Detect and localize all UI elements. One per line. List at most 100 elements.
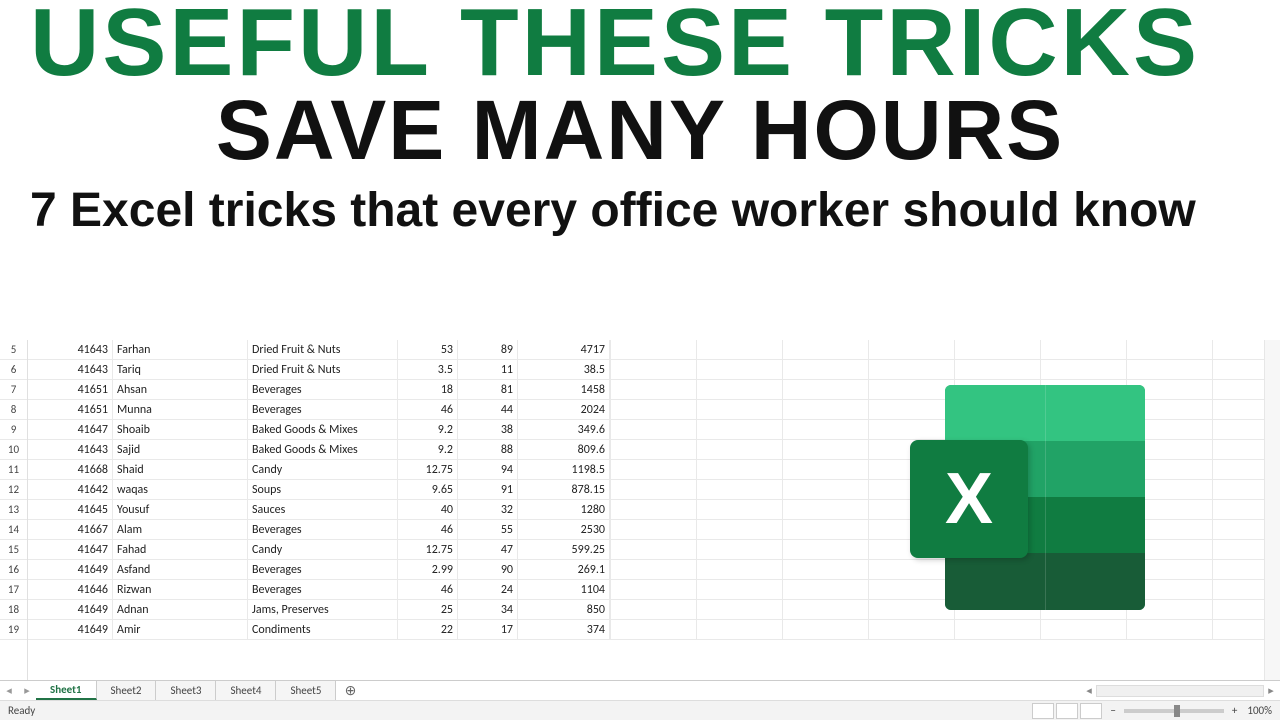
cell[interactable]: Dried Fruit & Nuts bbox=[248, 360, 398, 379]
cell[interactable]: 25 bbox=[398, 600, 458, 619]
horizontal-scrollbar[interactable]: ◂ ▸ bbox=[1080, 681, 1280, 700]
cell[interactable]: 46 bbox=[398, 520, 458, 539]
sheet-tab[interactable]: Sheet3 bbox=[156, 681, 216, 700]
cell[interactable]: Beverages bbox=[248, 560, 398, 579]
cell[interactable]: 53 bbox=[398, 340, 458, 359]
cell[interactable]: Ahsan bbox=[113, 380, 248, 399]
cell[interactable]: 41651 bbox=[28, 380, 113, 399]
row-header[interactable]: 15 bbox=[0, 540, 27, 560]
cell[interactable]: 9.65 bbox=[398, 480, 458, 499]
cell[interactable]: 41643 bbox=[28, 340, 113, 359]
cell[interactable]: Tariq bbox=[113, 360, 248, 379]
cell[interactable]: 1280 bbox=[518, 500, 610, 519]
cell[interactable]: 41642 bbox=[28, 480, 113, 499]
cell[interactable]: 1458 bbox=[518, 380, 610, 399]
cell[interactable]: Shoaib bbox=[113, 420, 248, 439]
cell[interactable]: 41649 bbox=[28, 620, 113, 639]
cell[interactable]: Asfand bbox=[113, 560, 248, 579]
cell[interactable]: Shaid bbox=[113, 460, 248, 479]
cell[interactable]: Sajid bbox=[113, 440, 248, 459]
cell[interactable]: 41649 bbox=[28, 560, 113, 579]
cell[interactable]: 91 bbox=[458, 480, 518, 499]
cell[interactable]: Dried Fruit & Nuts bbox=[248, 340, 398, 359]
cell[interactable]: 374 bbox=[518, 620, 610, 639]
cell[interactable]: 41645 bbox=[28, 500, 113, 519]
row-header[interactable]: 6 bbox=[0, 360, 27, 380]
row-header[interactable]: 13 bbox=[0, 500, 27, 520]
cell[interactable]: Farhan bbox=[113, 340, 248, 359]
zoom-minus[interactable]: − bbox=[1110, 704, 1115, 717]
cell[interactable]: 55 bbox=[458, 520, 518, 539]
cell[interactable]: Beverages bbox=[248, 580, 398, 599]
cell[interactable]: 599.25 bbox=[518, 540, 610, 559]
row-header[interactable]: 9 bbox=[0, 420, 27, 440]
cell[interactable]: Munna bbox=[113, 400, 248, 419]
cell[interactable]: 11 bbox=[458, 360, 518, 379]
cell[interactable]: 9.2 bbox=[398, 440, 458, 459]
cell[interactable]: 809.6 bbox=[518, 440, 610, 459]
cell[interactable]: Sauces bbox=[248, 500, 398, 519]
cell[interactable]: 12.75 bbox=[398, 540, 458, 559]
zoom-plus[interactable]: + bbox=[1232, 704, 1237, 717]
cell[interactable]: Jams, Preserves bbox=[248, 600, 398, 619]
cell[interactable]: 878.15 bbox=[518, 480, 610, 499]
row-header[interactable]: 10 bbox=[0, 440, 27, 460]
cell[interactable]: 38 bbox=[458, 420, 518, 439]
cell[interactable]: Yousuf bbox=[113, 500, 248, 519]
tab-nav-next[interactable]: ▸ bbox=[18, 681, 36, 700]
new-sheet-button[interactable]: ⊕ bbox=[336, 681, 364, 700]
cell[interactable]: 41651 bbox=[28, 400, 113, 419]
row-header[interactable]: 14 bbox=[0, 520, 27, 540]
sheet-tab[interactable]: Sheet5 bbox=[276, 681, 336, 700]
cell[interactable]: 88 bbox=[458, 440, 518, 459]
cell[interactable]: 41647 bbox=[28, 420, 113, 439]
cell[interactable]: Baked Goods & Mixes bbox=[248, 420, 398, 439]
cell[interactable]: Candy bbox=[248, 460, 398, 479]
cell[interactable]: 41667 bbox=[28, 520, 113, 539]
cell[interactable]: 12.75 bbox=[398, 460, 458, 479]
cell[interactable]: 9.2 bbox=[398, 420, 458, 439]
cell[interactable]: 90 bbox=[458, 560, 518, 579]
sheet-tab[interactable]: Sheet2 bbox=[97, 681, 157, 700]
cell[interactable]: 41643 bbox=[28, 360, 113, 379]
cell[interactable]: 38.5 bbox=[518, 360, 610, 379]
cell[interactable]: 41668 bbox=[28, 460, 113, 479]
cell[interactable]: 94 bbox=[458, 460, 518, 479]
row-header[interactable]: 17 bbox=[0, 580, 27, 600]
cell[interactable]: Adnan bbox=[113, 600, 248, 619]
cell[interactable]: Beverages bbox=[248, 400, 398, 419]
row-header[interactable]: 8 bbox=[0, 400, 27, 420]
cell[interactable]: Soups bbox=[248, 480, 398, 499]
cell[interactable]: 2.99 bbox=[398, 560, 458, 579]
cell[interactable]: 41647 bbox=[28, 540, 113, 559]
cell[interactable]: Baked Goods & Mixes bbox=[248, 440, 398, 459]
cell[interactable]: 32 bbox=[458, 500, 518, 519]
tab-nav-prev[interactable]: ◂ bbox=[0, 681, 18, 700]
cell[interactable]: 34 bbox=[458, 600, 518, 619]
cell[interactable]: 349.6 bbox=[518, 420, 610, 439]
cell[interactable]: 47 bbox=[458, 540, 518, 559]
cell[interactable]: 2024 bbox=[518, 400, 610, 419]
cell[interactable]: 22 bbox=[398, 620, 458, 639]
zoom-level[interactable]: 100% bbox=[1247, 704, 1272, 717]
scroll-right-icon[interactable]: ▸ bbox=[1266, 686, 1276, 696]
row-header[interactable]: 11 bbox=[0, 460, 27, 480]
cell[interactable]: waqas bbox=[113, 480, 248, 499]
zoom-slider[interactable] bbox=[1124, 709, 1224, 713]
cell[interactable]: Beverages bbox=[248, 380, 398, 399]
row-header[interactable]: 12 bbox=[0, 480, 27, 500]
cell[interactable]: Beverages bbox=[248, 520, 398, 539]
cell[interactable]: 2530 bbox=[518, 520, 610, 539]
scroll-left-icon[interactable]: ◂ bbox=[1084, 686, 1094, 696]
cell[interactable]: Alam bbox=[113, 520, 248, 539]
cell[interactable]: Fahad bbox=[113, 540, 248, 559]
row-header[interactable]: 19 bbox=[0, 620, 27, 640]
cell[interactable]: 850 bbox=[518, 600, 610, 619]
cell[interactable]: Amir bbox=[113, 620, 248, 639]
empty-cells[interactable] bbox=[610, 360, 1280, 379]
cell[interactable]: 46 bbox=[398, 580, 458, 599]
vertical-scrollbar[interactable] bbox=[1264, 340, 1280, 680]
cell[interactable]: 17 bbox=[458, 620, 518, 639]
view-break-button[interactable] bbox=[1080, 703, 1102, 719]
cell[interactable]: 4717 bbox=[518, 340, 610, 359]
